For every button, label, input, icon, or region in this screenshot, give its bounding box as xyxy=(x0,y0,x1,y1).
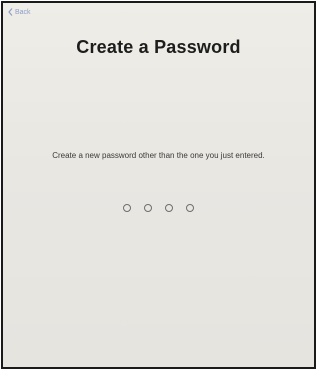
screen-frame: Back Create a Password Create a new pass… xyxy=(1,1,316,369)
back-button[interactable]: Back xyxy=(8,8,31,16)
chevron-left-icon xyxy=(8,8,13,16)
page-title: Create a Password xyxy=(76,37,241,57)
instruction-text: Create a new password other than the one… xyxy=(52,151,265,160)
back-label: Back xyxy=(15,8,31,16)
